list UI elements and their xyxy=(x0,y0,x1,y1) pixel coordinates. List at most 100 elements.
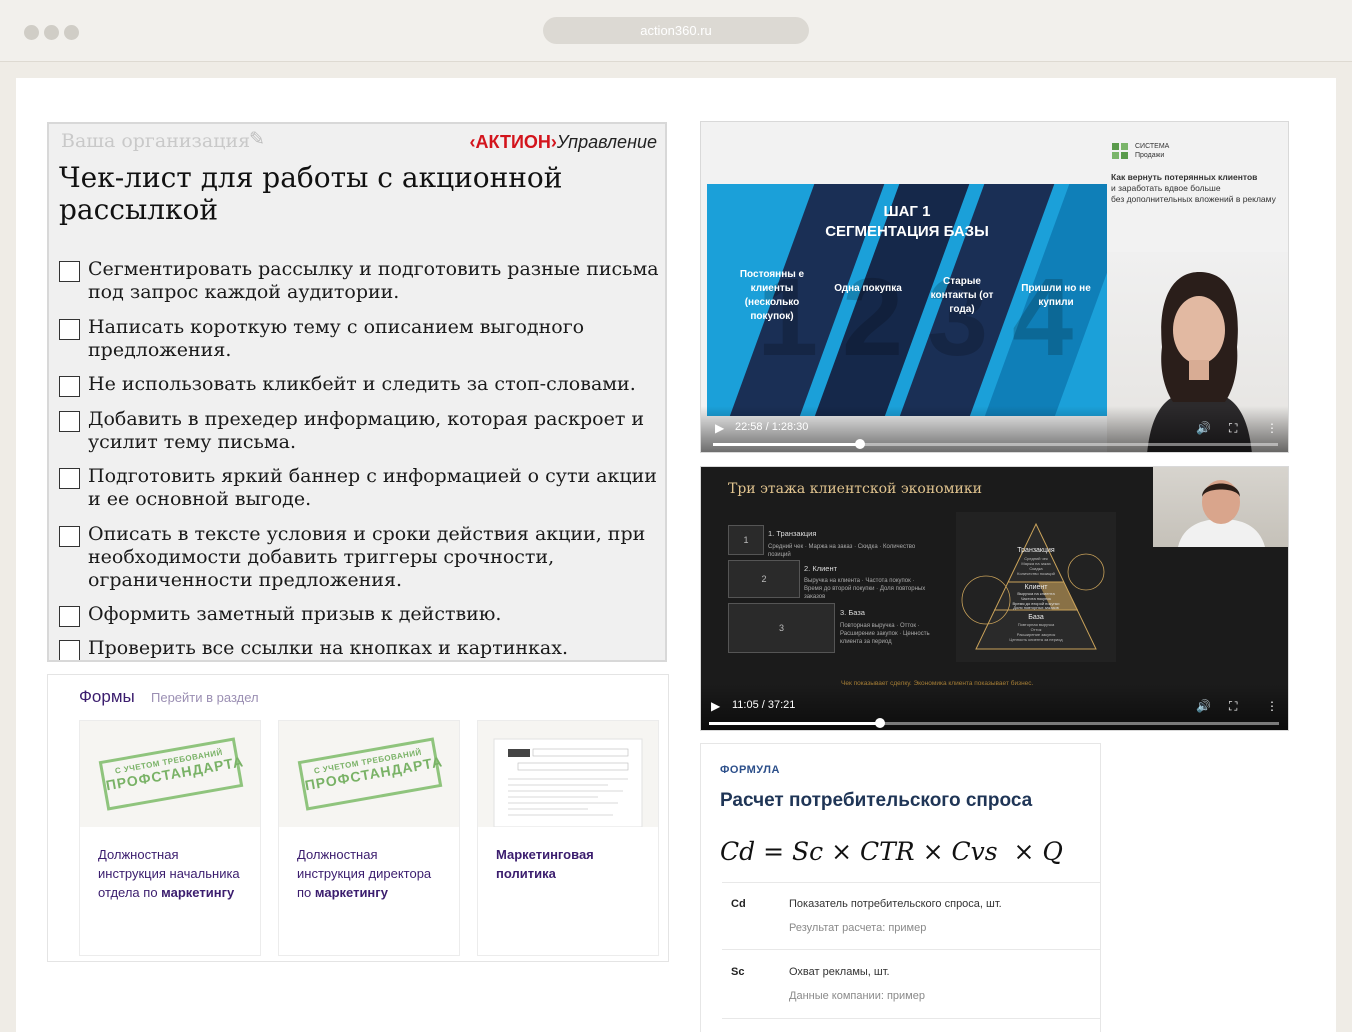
formula-variable-description: Показатель потребительского спроса, шт. xyxy=(789,898,1002,910)
checkbox[interactable] xyxy=(59,261,80,282)
formula-title: Расчет потребительского спроса xyxy=(720,790,1033,811)
segment-label: Постоянны е клиенты (несколько покупок) xyxy=(739,269,805,322)
checkbox[interactable] xyxy=(59,411,80,432)
form-card-title[interactable]: Должностная инструкция директора по марк… xyxy=(297,845,447,902)
form-card-title[interactable]: Должностная инструкция начальника отдела… xyxy=(98,845,248,902)
play-icon[interactable]: ▶ xyxy=(715,422,724,434)
formula-variable-note: Результат расчета: пример xyxy=(789,922,927,934)
video-timestamp: 22:58 / 1:28:30 xyxy=(735,421,809,433)
segment-label: Одна покупка xyxy=(834,283,902,294)
checklist-item[interactable]: Сегментировать рассылку и подготовить ра… xyxy=(59,258,659,304)
checklist-item[interactable]: Описать в тексте условия и сроки действи… xyxy=(59,523,659,592)
pyramid-mid-metric: Доля повторных заказов xyxy=(1013,605,1059,610)
video-progress-knob[interactable] xyxy=(875,718,885,728)
level-metrics: Выручка на клиента · Частота покупок · В… xyxy=(804,578,926,600)
forms-title: Формы xyxy=(79,687,135,706)
formula-card: ФОРМУЛА Расчет потребительского спроса C… xyxy=(700,743,1101,1032)
segment-number: 3 xyxy=(927,256,989,379)
profstandard-stamp: С УЧЕТОМ ТРЕБОВАНИЙ ПРОФСТАНДАРТА xyxy=(98,737,245,811)
checkbox[interactable] xyxy=(59,640,80,660)
formula-variable-note: Данные компании: пример xyxy=(789,990,925,1002)
aktion-logo: ‹АКТИОН›Управление xyxy=(469,132,657,152)
video-player-segmentation[interactable]: ШАГ 1 СЕГМЕНТАЦИЯ БАЗЫ 1 2 3 4 Постоянны … xyxy=(700,121,1289,453)
checkbox[interactable] xyxy=(59,606,80,627)
document-preview-image xyxy=(493,738,643,827)
video-player-economics[interactable]: Три этажа клиентской экономики 1 1. Тран… xyxy=(700,466,1289,731)
slide-title: ШАГ 1 СЕГМЕНТАЦИЯ БАЗЫ xyxy=(825,203,989,240)
segment-label: Пришли но не купили xyxy=(1021,283,1091,308)
forms-section: Формы Перейти в раздел С УЧЕТОМ ТРЕБОВАН… xyxy=(47,674,669,962)
checkbox[interactable] xyxy=(59,468,80,489)
browser-toolbar: action360.ru xyxy=(0,0,1352,62)
divider xyxy=(722,882,1100,883)
divider xyxy=(722,949,1100,950)
slide-segmentation: ШАГ 1 СЕГМЕНТАЦИЯ БАЗЫ 1 2 3 4 Постоянны … xyxy=(707,184,1107,416)
profstandard-stamp: С УЧЕТОМ ТРЕБОВАНИЙ ПРОФСТАНДАРТА xyxy=(297,737,444,811)
form-thumbnail: С УЧЕТОМ ТРЕБОВАНИЙ ПРОФСТАНДАРТА xyxy=(80,721,260,827)
formula-expression: Cd = Sc × CTR × Cvs × Q xyxy=(720,837,1063,866)
level-number-box: 1 xyxy=(728,525,764,555)
forms-section-link[interactable]: Перейти в раздел xyxy=(151,690,259,705)
window-close-dot[interactable] xyxy=(24,25,39,40)
form-thumbnail: С УЧЕТОМ ТРЕБОВАНИЙ ПРОФСТАНДАРТА xyxy=(279,721,459,827)
level-heading: 1. Транзакция xyxy=(768,529,817,538)
checklist-item[interactable]: Не использовать кликбейт и следить за ст… xyxy=(59,373,659,397)
pyramid-top-metric: Количество позиций xyxy=(1017,571,1055,576)
checklist-item[interactable]: Добавить в прехедер информацию, которая … xyxy=(59,408,659,454)
video-progress-fill xyxy=(709,722,880,725)
fullscreen-icon[interactable]: ⛶ xyxy=(1229,700,1237,712)
play-icon[interactable]: ▶ xyxy=(711,700,720,712)
form-card[interactable]: Маркетинговая политика xyxy=(477,720,659,956)
checklist-title: Чек-лист для работы с акционной рассылко… xyxy=(59,161,563,226)
level-number-box: 3 xyxy=(728,603,835,653)
checklist-item[interactable]: Подготовить яркий баннер с информацией о… xyxy=(59,465,659,511)
checkbox[interactable] xyxy=(59,376,80,397)
pyramid-diagram: Транзакция Средний чек Маржа на заказ Ск… xyxy=(956,512,1116,662)
video-progress-bar[interactable] xyxy=(709,718,1279,728)
checkbox[interactable] xyxy=(59,319,80,340)
volume-icon[interactable]: 🔊 xyxy=(1196,700,1211,712)
level-number-box: 2 xyxy=(728,560,800,598)
video-headline: Как вернуть потерянных клиентов и заработ… xyxy=(1111,172,1276,204)
checklist-item[interactable]: Написать короткую тему с описанием выгод… xyxy=(59,316,659,362)
checklist-item[interactable]: Оформить заметный призыв к действию. xyxy=(59,603,659,627)
formula-variable-name: Sc xyxy=(731,966,745,978)
segment-number: 2 xyxy=(842,256,904,379)
video-progress-bar[interactable] xyxy=(713,439,1278,449)
video-timestamp: 11:05 / 37:21 xyxy=(732,699,796,711)
document-thumbnail xyxy=(478,721,658,827)
segment-number: 4 xyxy=(1012,256,1074,379)
sistema-prodazhi-logo-icon xyxy=(1112,143,1128,159)
divider xyxy=(722,1018,1100,1019)
presenter-man-image xyxy=(1178,480,1265,547)
form-card-title[interactable]: Маркетинговая политика xyxy=(496,845,646,883)
form-card[interactable]: С УЧЕТОМ ТРЕБОВАНИЙ ПРОФСТАНДАРТА Должнос… xyxy=(79,720,261,956)
level-heading: 3. База xyxy=(840,608,865,617)
organization-placeholder[interactable]: Ваша организация xyxy=(61,130,250,152)
pencil-icon[interactable]: ✎ xyxy=(249,128,265,150)
video-controls: ▶ 11:05 / 37:21 🔊 ⛶ ⋮ xyxy=(701,684,1288,730)
more-options-icon[interactable]: ⋮ xyxy=(1266,422,1278,434)
pyramid-top-label: Транзакция xyxy=(1017,547,1055,554)
checklist-card: Ваша организация ✎ ‹АКТИОН›Управление Че… xyxy=(47,122,667,662)
formula-variable-name: Cd xyxy=(731,898,746,910)
form-card[interactable]: С УЧЕТОМ ТРЕБОВАНИЙ ПРОФСТАНДАРТА Должнос… xyxy=(278,720,460,956)
pyramid-base-metric: Ценность клиента за период xyxy=(1009,637,1063,642)
address-bar[interactable]: action360.ru xyxy=(543,17,809,44)
segment-label: Старые контакты (от года) xyxy=(930,276,994,315)
presenter-video-feed xyxy=(1153,467,1288,547)
window-minimize-dot[interactable] xyxy=(44,25,59,40)
checklist-item[interactable]: Проверить все ссылки на кнопках и картин… xyxy=(59,637,659,660)
checkbox[interactable] xyxy=(59,526,80,547)
level-heading: 2. Клиент xyxy=(804,564,838,573)
level-metrics: Средний чек · Маржа на заказ · Скидка · … xyxy=(768,544,916,558)
more-options-icon[interactable]: ⋮ xyxy=(1266,700,1278,712)
level-metrics: Повторная выручка · Отток · Расширение з… xyxy=(840,623,930,645)
video-progress-knob[interactable] xyxy=(854,439,865,449)
window-maximize-dot[interactable] xyxy=(64,25,79,40)
formula-variable-description: Охват рекламы, шт. xyxy=(789,966,890,978)
volume-icon[interactable]: 🔊 xyxy=(1196,422,1211,434)
fullscreen-icon[interactable]: ⛶ xyxy=(1229,422,1237,434)
slide-title: Три этажа клиентской экономики xyxy=(728,481,982,497)
video-progress-fill xyxy=(713,443,860,446)
